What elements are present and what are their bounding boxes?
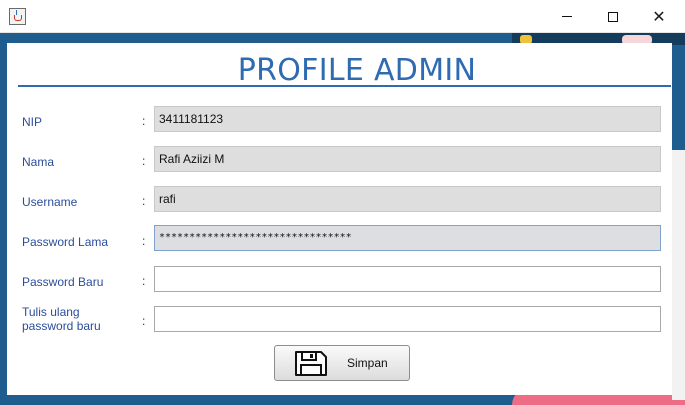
username-label: Username	[22, 195, 78, 209]
confirm-password-field[interactable]	[154, 306, 661, 332]
new-password-colon: :	[142, 274, 146, 288]
title-divider	[18, 85, 671, 87]
nama-field[interactable]: Rafi Aziizi M	[154, 146, 661, 172]
old-password-field[interactable]: ********************************	[154, 225, 661, 251]
nip-colon: :	[142, 114, 146, 128]
profile-panel: PROFILE ADMIN NIP : 3411181123 Nama : Ra…	[7, 43, 672, 395]
java-cup-icon[interactable]	[9, 8, 26, 25]
nip-field[interactable]: 3411181123	[154, 106, 661, 132]
nip-label: NIP	[22, 115, 43, 129]
confirm-password-label-line2: password baru	[22, 319, 101, 333]
old-password-label: Password Lama	[22, 235, 109, 249]
new-password-label: Password Baru	[22, 275, 104, 289]
username-colon: :	[142, 194, 146, 208]
background-art-shape	[672, 150, 685, 400]
window-titlebar: ✕	[0, 0, 685, 33]
confirm-password-colon: :	[142, 314, 146, 328]
minimize-icon	[562, 16, 572, 17]
save-button[interactable]: Simpan	[274, 345, 410, 381]
close-icon: ✕	[652, 6, 666, 26]
maximize-icon	[608, 11, 618, 22]
minimize-button[interactable]	[544, 0, 590, 33]
close-button[interactable]: ✕	[636, 0, 682, 33]
nama-label: Nama	[22, 155, 55, 169]
save-button-label: Simpan	[347, 356, 388, 370]
floppy-disk-icon	[295, 350, 327, 376]
maximize-button[interactable]	[590, 0, 636, 33]
page-title: PROFILE ADMIN	[237, 53, 477, 88]
confirm-password-label-line1: Tulis ulang	[22, 305, 80, 319]
username-field[interactable]: rafi	[154, 186, 661, 212]
confirm-password-label: Tulis ulang password baru	[22, 305, 101, 333]
nama-colon: :	[142, 154, 146, 168]
new-password-field[interactable]	[154, 266, 661, 292]
old-password-colon: :	[142, 234, 146, 248]
